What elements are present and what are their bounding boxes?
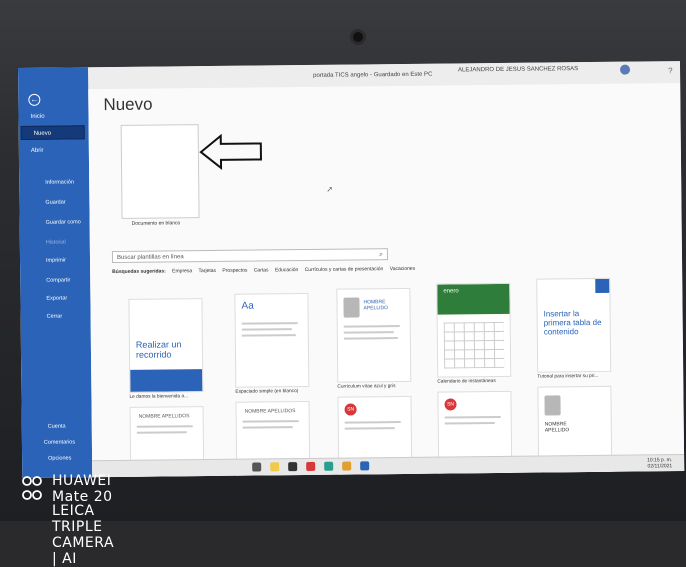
nav-item-inicio[interactable]: Inicio bbox=[18, 109, 88, 124]
template-search-input[interactable]: Buscar plantillas en línea ⌕ bbox=[111, 248, 389, 264]
suggestion-link[interactable]: Cartas bbox=[254, 267, 269, 273]
nav-item-exportar[interactable]: Exportar bbox=[46, 295, 67, 301]
template-title: enero bbox=[443, 288, 459, 295]
template-card-blank-single[interactable]: Aa bbox=[234, 292, 310, 388]
blank-document-template[interactable] bbox=[120, 124, 200, 219]
suggest-label: Búsquedas sugeridas: bbox=[112, 268, 166, 276]
template-card-cv-blue[interactable]: HOMBRE APELLIDO bbox=[336, 287, 412, 383]
clock-date: 02/11/2021 bbox=[647, 463, 673, 470]
template-title: HOMBRE APELLIDO bbox=[363, 299, 389, 312]
calendar-grid bbox=[443, 321, 505, 369]
photo-placeholder bbox=[343, 297, 360, 318]
suggestion-link[interactable]: Educación bbox=[275, 267, 298, 273]
template-caption: Espaciado simple (en blanco) bbox=[235, 389, 299, 395]
text-line bbox=[136, 425, 193, 428]
text-line bbox=[242, 420, 299, 423]
photo-placeholder bbox=[544, 395, 561, 416]
camera-lens-icon bbox=[22, 476, 42, 500]
search-placeholder: Buscar plantillas en línea bbox=[116, 254, 184, 261]
document-title: portada TICS angelo - Guardado en Este P… bbox=[313, 71, 433, 79]
text-line bbox=[444, 415, 501, 419]
text-line bbox=[444, 422, 495, 425]
text-line bbox=[343, 325, 400, 328]
clock[interactable]: 10:15 p. m. 02/11/2021 bbox=[647, 457, 672, 469]
template-corner bbox=[595, 278, 610, 293]
app-icon[interactable] bbox=[306, 461, 316, 472]
template-card-toc-tutorial[interactable]: Insertar la primera tabla de contenido bbox=[536, 277, 612, 373]
nav-item-nuevo[interactable]: Nuevo bbox=[20, 125, 85, 140]
template-monogram: SN bbox=[444, 398, 457, 411]
text-line bbox=[136, 431, 187, 434]
nav-item-opciones[interactable]: Opciones bbox=[48, 455, 71, 461]
nav-item-cerrar[interactable]: Cerrar bbox=[47, 314, 63, 320]
text-line bbox=[344, 427, 395, 430]
nav-item-abrir[interactable]: Abrir bbox=[19, 143, 89, 158]
text-line bbox=[242, 426, 293, 429]
template-title: Aa bbox=[241, 300, 254, 312]
mouse-cursor-icon: ➚ bbox=[326, 184, 334, 194]
template-caption: Tutorial para insertar su pri... bbox=[537, 373, 599, 380]
chrome-icon[interactable] bbox=[342, 461, 352, 471]
text-line bbox=[343, 337, 398, 340]
suggestion-link[interactable]: Vacaciones bbox=[390, 266, 416, 272]
text-line bbox=[241, 334, 296, 337]
watermark-line1: HUAWEI Mate 20 bbox=[52, 473, 113, 505]
main-panel: Nuevo Documento en blanco ➚ Buscar plant… bbox=[88, 83, 685, 478]
nav-item-guardar[interactable]: Guardar bbox=[45, 200, 65, 206]
nav-item-historial: Historial bbox=[45, 239, 66, 246]
backstage-nav: ← Inicio Nuevo Abrir Información Guardar… bbox=[18, 67, 93, 478]
suggestion-link[interactable]: Tarjetas bbox=[198, 268, 216, 274]
template-caption: Calendario de instantáneas bbox=[437, 379, 496, 385]
text-line bbox=[344, 421, 401, 424]
task-view-icon[interactable] bbox=[252, 462, 262, 472]
template-title: NOMBRE APELLIDOS bbox=[244, 408, 296, 415]
nav-item-guardar-como[interactable]: Guardar como bbox=[46, 219, 81, 225]
nav-item-imprimir[interactable]: Imprimir bbox=[46, 258, 66, 264]
text-line bbox=[343, 331, 394, 334]
watermark-line2: LEICA TRIPLE CAMERA | AI bbox=[52, 503, 115, 567]
template-title: NOMBRE APELLIDOS bbox=[138, 413, 190, 420]
nav-item-comentarios[interactable]: Comentarios bbox=[44, 439, 75, 445]
help-button[interactable]: ? bbox=[668, 66, 673, 75]
suggested-searches: Búsquedas sugeridas: Empresa Tarjetas Pr… bbox=[112, 266, 420, 275]
word-icon[interactable] bbox=[360, 461, 370, 471]
store-icon[interactable] bbox=[288, 462, 298, 472]
page-title: Nuevo bbox=[103, 94, 153, 115]
template-monogram: SN bbox=[344, 403, 357, 416]
nav-item-informacion[interactable]: Información bbox=[45, 179, 74, 185]
template-caption: Currículum vítae azul y gris bbox=[337, 384, 396, 390]
template-card-tour[interactable]: Realizar un recorrido bbox=[128, 298, 204, 393]
template-accent-bar bbox=[130, 369, 203, 392]
nav-item-compartir[interactable]: Compartir bbox=[46, 277, 70, 283]
webcam bbox=[353, 32, 363, 42]
template-title: Insertar la primera tabla de contenido bbox=[543, 309, 602, 337]
screen: portada TICS angelo - Guardado en Este P… bbox=[18, 61, 685, 478]
back-arrow-icon[interactable]: ← bbox=[28, 93, 41, 106]
left-arrow-icon bbox=[199, 133, 262, 170]
text-line bbox=[241, 322, 298, 325]
app-icon[interactable] bbox=[324, 461, 334, 471]
suggestion-link[interactable]: Currículos y cartas de presentación bbox=[305, 266, 384, 273]
template-caption: Le damos la bienvenida a... bbox=[129, 394, 189, 400]
template-card-calendar[interactable]: enero bbox=[436, 282, 512, 378]
template-title: Realizar un recorrido bbox=[135, 339, 182, 360]
avatar[interactable] bbox=[619, 64, 631, 75]
nav-item-cuenta[interactable]: Cuenta bbox=[48, 424, 66, 430]
suggestion-link[interactable]: Empresa bbox=[172, 268, 192, 274]
blank-document-label: Documento en blanco bbox=[131, 220, 181, 227]
user-name: ALEJANDRO DE JESUS SANCHEZ ROSAS bbox=[458, 66, 579, 74]
template-title: NOMBRE APELLIDO bbox=[544, 421, 570, 434]
file-explorer-icon[interactable] bbox=[270, 462, 280, 472]
text-line bbox=[241, 328, 292, 331]
suggestion-link[interactable]: Prospectos bbox=[222, 268, 247, 274]
search-icon[interactable]: ⌕ bbox=[379, 249, 383, 261]
